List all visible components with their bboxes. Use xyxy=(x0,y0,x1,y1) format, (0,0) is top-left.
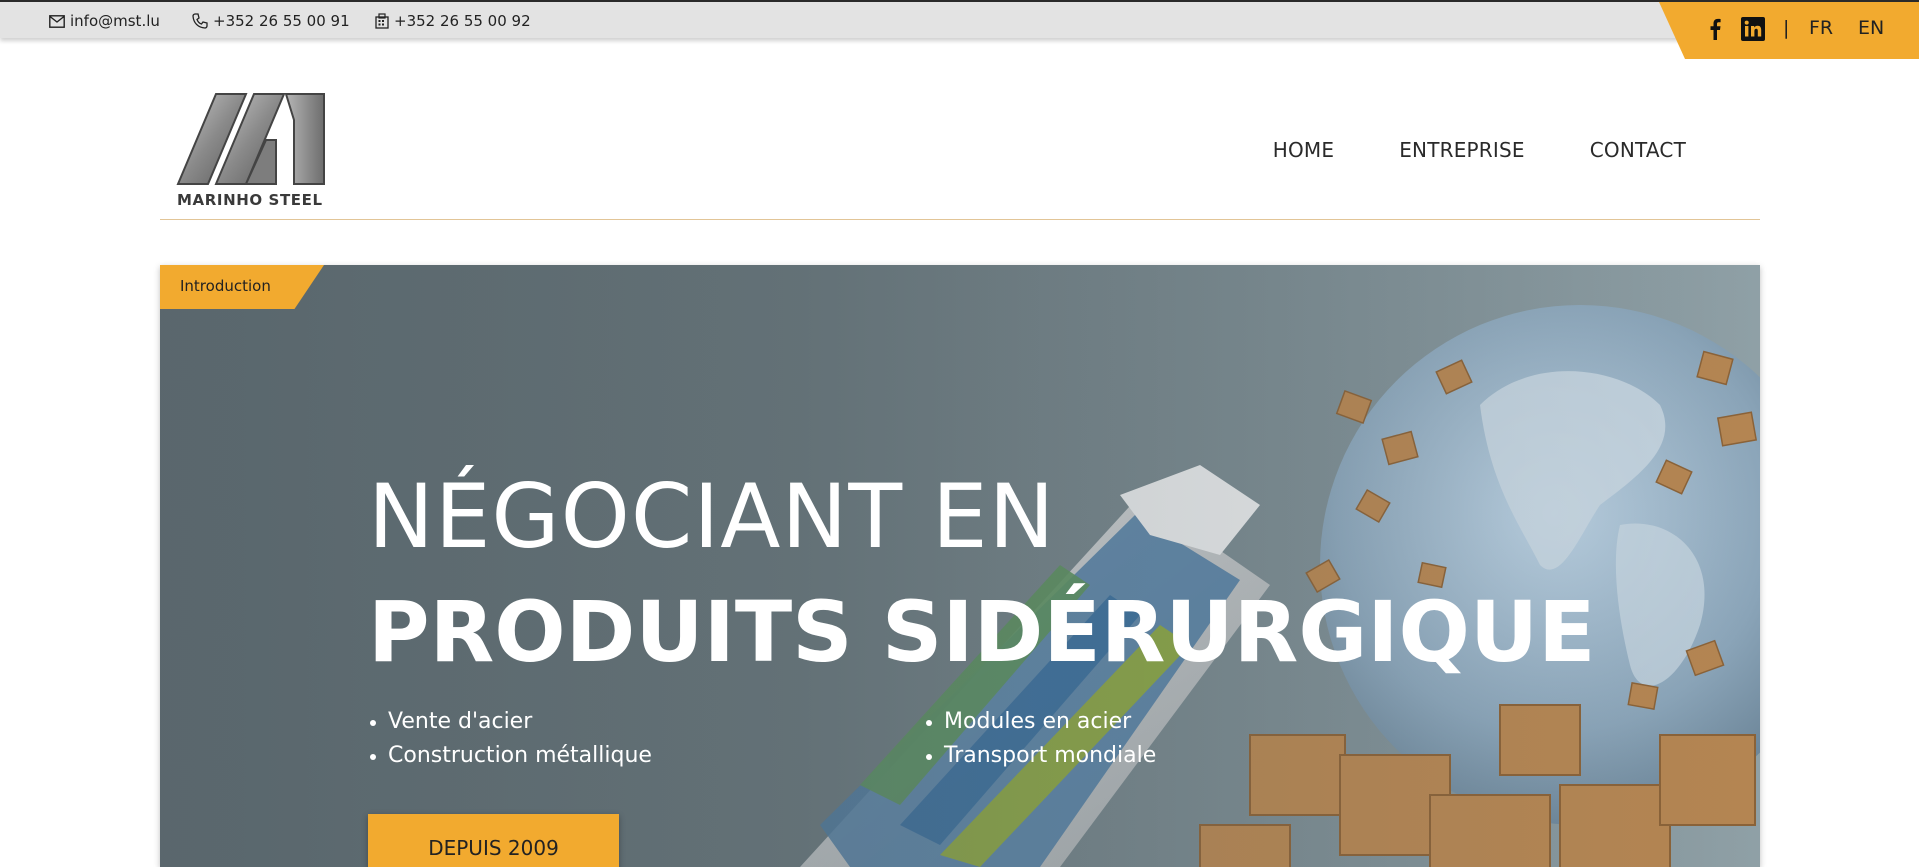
fax-icon xyxy=(375,13,389,29)
nav-contact[interactable]: CONTACT xyxy=(1590,138,1686,162)
hero-banner: Introduction NÉGOCIANT EN PRODUITS SIDÉR… xyxy=(160,265,1760,867)
language-en-link[interactable]: EN xyxy=(1858,17,1884,39)
list-item: Construction métallique xyxy=(368,739,652,773)
email-contact[interactable]: info@mst.lu xyxy=(49,11,160,31)
list-item: Transport mondiale xyxy=(924,739,1156,773)
social-language-tab: | FR EN xyxy=(1659,2,1919,59)
list-item: Vente d'acier xyxy=(368,705,652,739)
nav-entreprise[interactable]: ENTREPRISE xyxy=(1399,138,1525,162)
fax-text: +352 26 55 00 92 xyxy=(394,12,531,30)
logo-wordmark: MARINHO STEEL xyxy=(177,191,323,209)
mail-icon xyxy=(49,14,65,28)
facebook-icon[interactable] xyxy=(1709,18,1721,40)
hero-services-left: Vente d'acier Construction métallique xyxy=(368,705,652,773)
hero-title-line1: NÉGOCIANT EN xyxy=(368,465,1056,568)
main-nav: HOME ENTREPRISE CONTACT xyxy=(1208,138,1686,162)
linkedin-icon[interactable] xyxy=(1741,17,1765,41)
hero-services-right: Modules en acier Transport mondiale xyxy=(924,705,1156,773)
phone-contact[interactable]: +352 26 55 00 91 xyxy=(192,11,350,31)
phone-icon xyxy=(192,13,208,29)
since-2009-button[interactable]: DEPUIS 2009 xyxy=(368,814,619,867)
social-separator: | xyxy=(1783,17,1790,39)
nav-home[interactable]: HOME xyxy=(1273,138,1334,162)
fax-contact[interactable]: +352 26 55 00 92 xyxy=(375,11,531,31)
header-divider xyxy=(160,219,1760,220)
language-fr-link[interactable]: FR xyxy=(1809,17,1833,39)
top-bar: info@mst.lu +352 26 55 00 91 +352 26 55 … xyxy=(0,0,1919,59)
hero-title-line2: PRODUITS SIDÉRURGIQUE xyxy=(368,583,1596,681)
email-text: info@mst.lu xyxy=(70,12,160,30)
list-item: Modules en acier xyxy=(924,705,1156,739)
phone-text: +352 26 55 00 91 xyxy=(213,12,350,30)
